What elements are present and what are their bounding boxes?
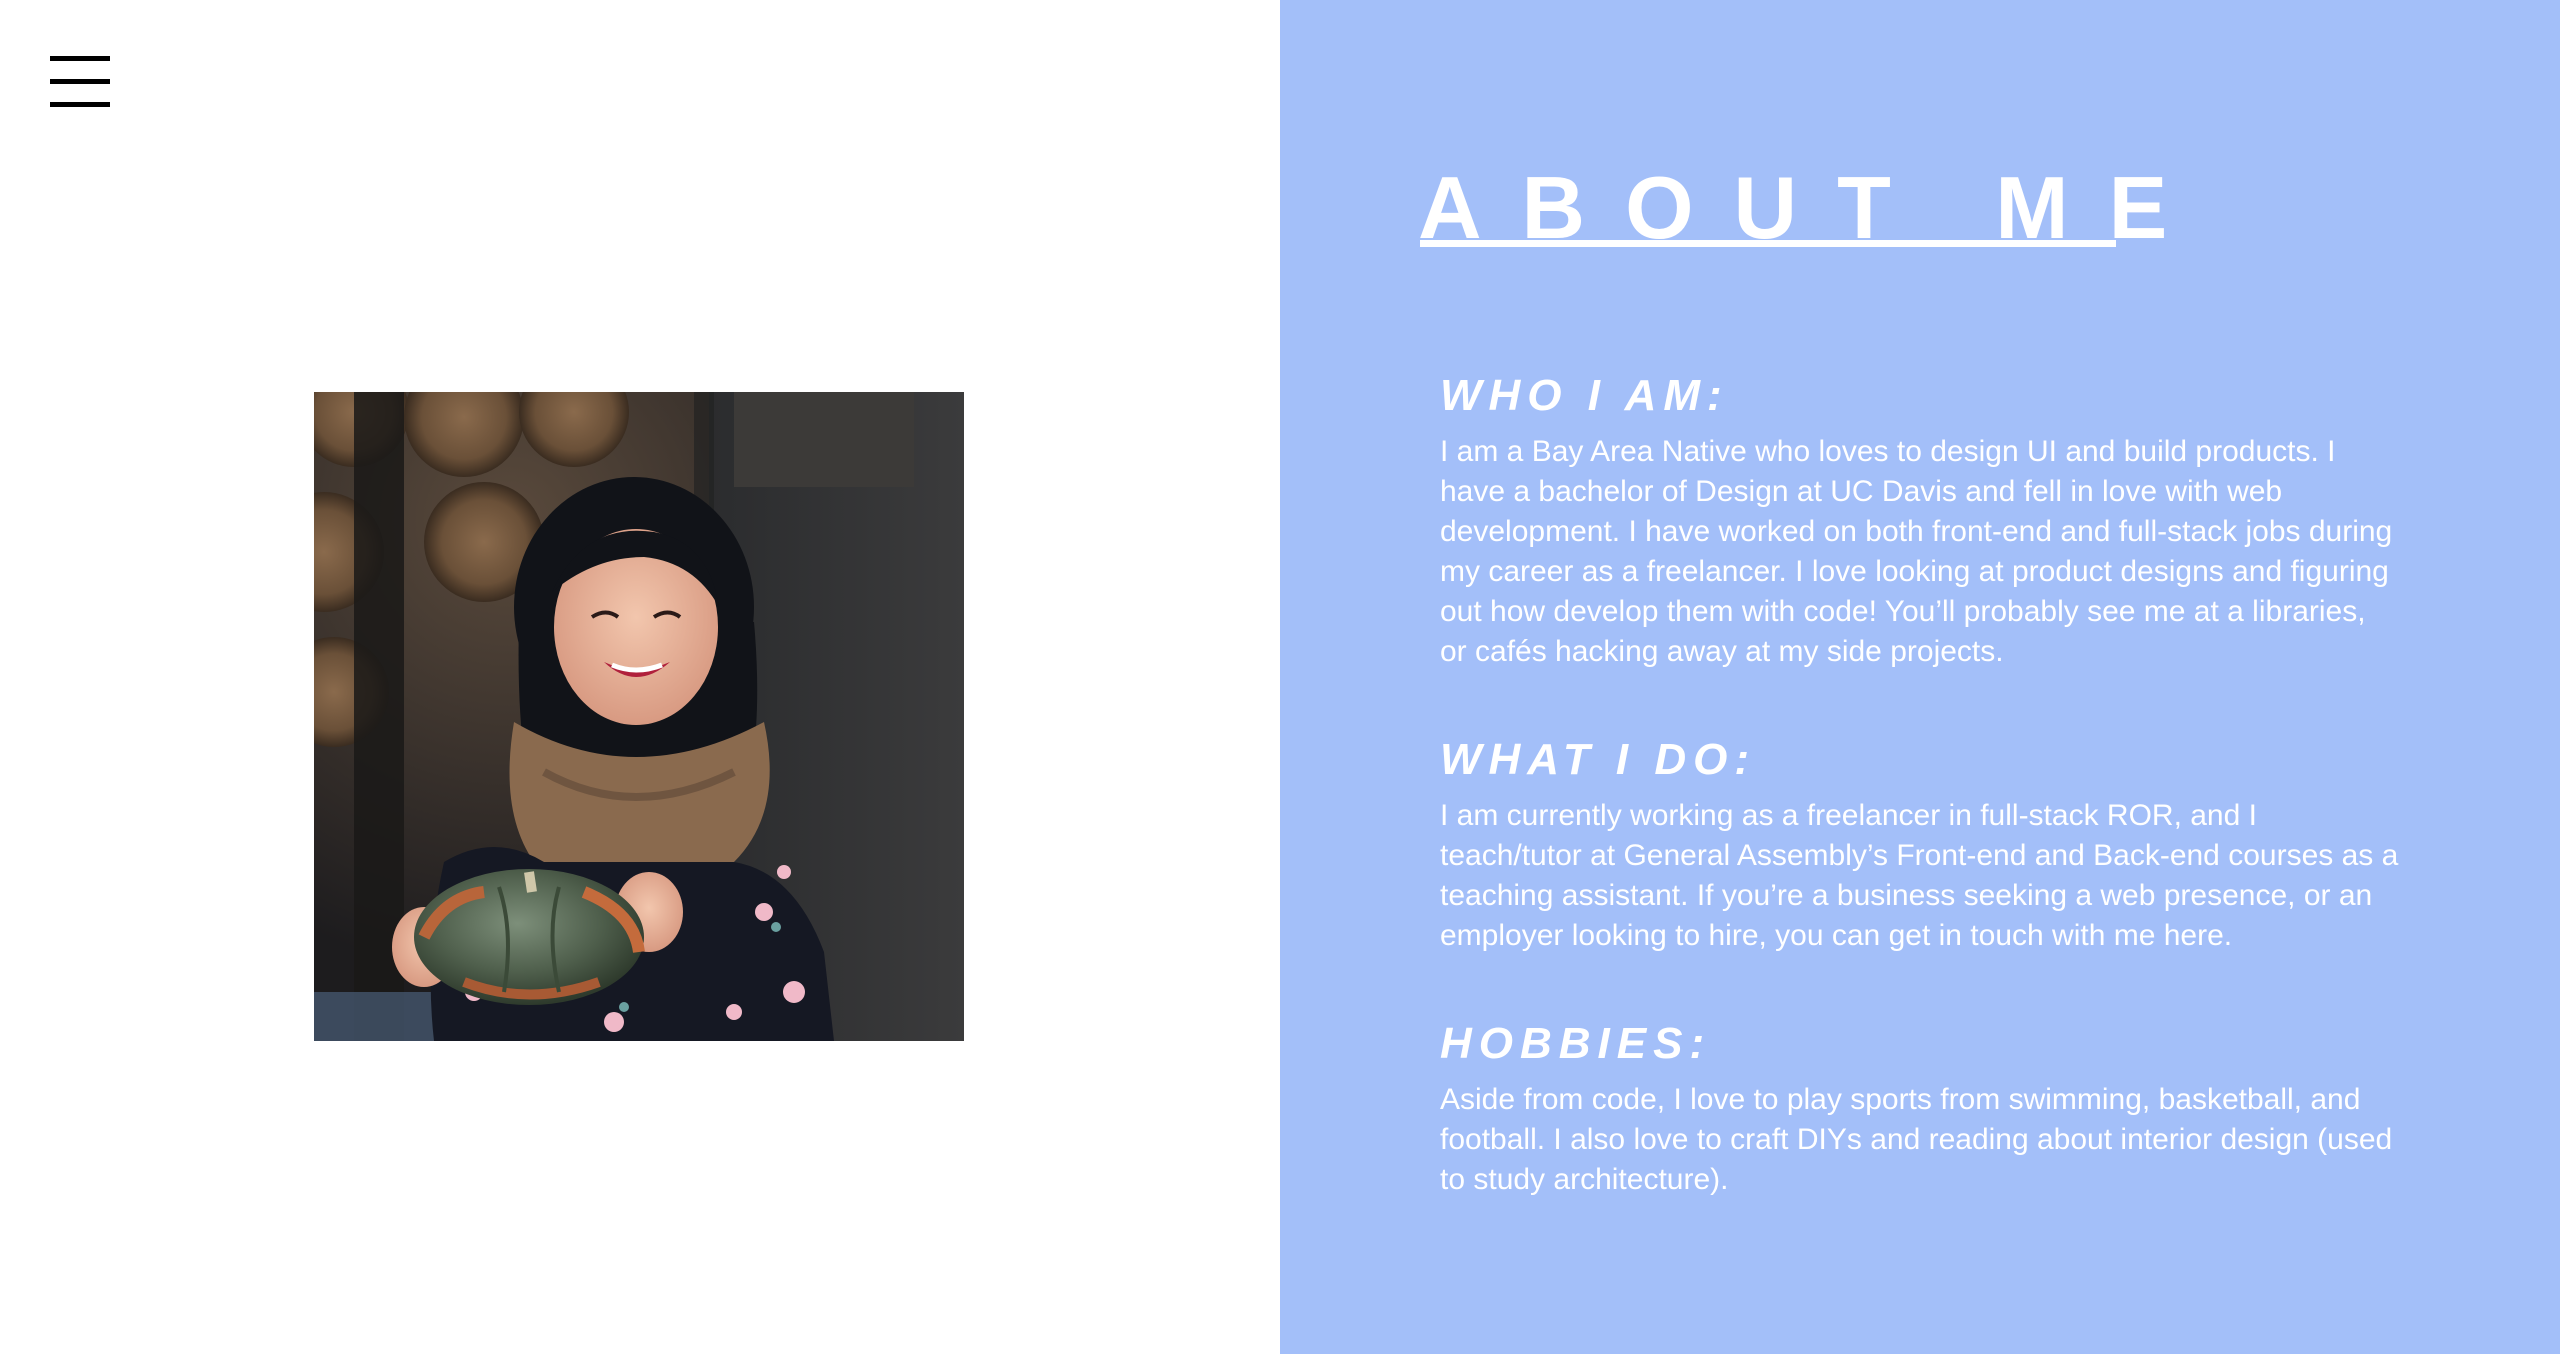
section-body: Aside from code, I love to play sports f…	[1440, 1083, 2393, 1196]
portrait-photo	[314, 392, 964, 1041]
about-panel: ABOUT ME WHO I AM: I am a Bay Area Nativ…	[1280, 0, 2560, 1354]
section-heading: WHAT I DO:	[1440, 735, 1757, 784]
section-heading: WHO I AM:	[1440, 371, 1729, 420]
section-who-i-am: WHO I AM: I am a Bay Area Native who lov…	[1440, 368, 2400, 672]
menu-line	[50, 79, 110, 84]
page: ABOUT ME WHO I AM: I am a Bay Area Nativ…	[0, 0, 2560, 1354]
section-hobbies: HOBBIES: Aside from code, I love to play…	[1440, 1016, 2400, 1200]
section-heading: HOBBIES:	[1440, 1019, 1712, 1068]
section-what-i-do: WHAT I DO: I am currently working as a f…	[1440, 732, 2400, 956]
section-body: I am a Bay Area Native who loves to desi…	[1440, 435, 2393, 668]
hamburger-menu-icon[interactable]	[50, 56, 110, 108]
section-body: I am currently working as a freelancer i…	[1440, 799, 2399, 952]
menu-line	[50, 102, 110, 107]
left-panel	[0, 0, 1280, 1354]
menu-line	[50, 56, 110, 61]
title-underline	[1420, 240, 2116, 247]
